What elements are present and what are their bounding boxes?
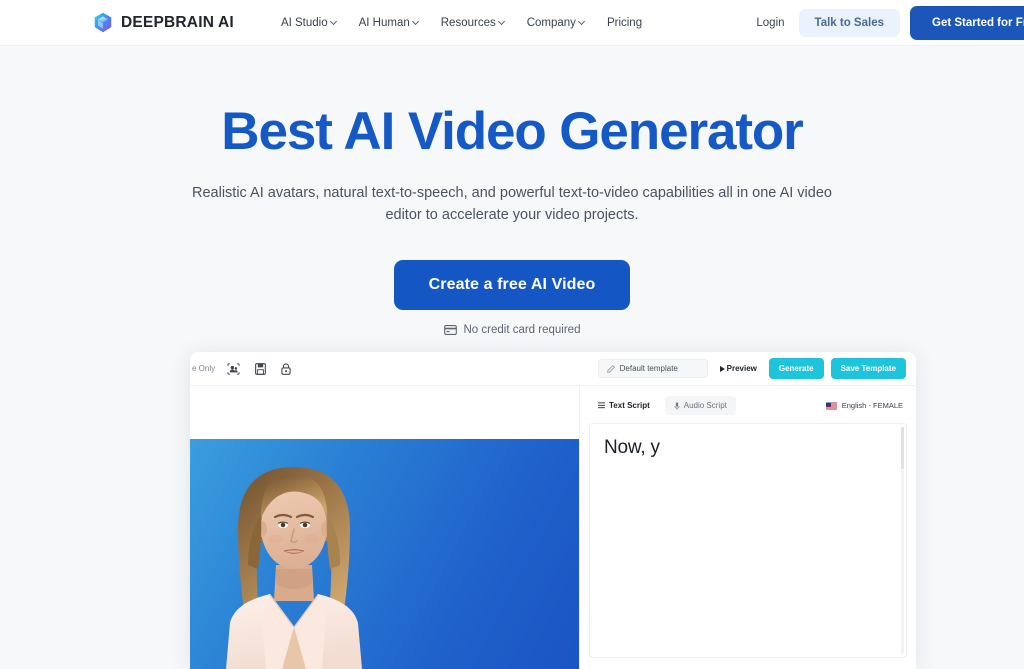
hero-cta-wrapper: Create a free AI Video — [0, 259, 1024, 310]
script-text-area[interactable]: Now, y — [589, 423, 907, 658]
cube-logo-icon — [94, 12, 112, 33]
no-credit-card-label: No credit card required — [463, 323, 581, 336]
nav-item-company[interactable]: Company — [527, 17, 586, 29]
toolbar-right-group: Default template Preview Generate Save T… — [597, 358, 906, 379]
page-title: Best AI Video Generator — [221, 102, 804, 161]
script-scrollbar[interactable] — [901, 427, 904, 654]
script-tab-bar: Text Script Audio Script English - FEMAL… — [580, 386, 916, 423]
toolbar-truncated-label: e Only — [192, 364, 216, 373]
video-stage[interactable] — [190, 439, 579, 669]
script-text-value: Now, y — [604, 437, 660, 458]
tab-label: Audio Script — [683, 401, 727, 410]
nav-label: Resources — [440, 16, 496, 29]
video-preview-pane — [190, 386, 579, 669]
login-link[interactable]: Login — [756, 17, 784, 29]
main-navigation: AI Studio AI Human Resources Company Pri… — [281, 17, 642, 29]
brand-logo[interactable]: DEEPBRAIN AI — [93, 12, 234, 33]
talk-to-sales-button[interactable]: Talk to Sales — [798, 8, 900, 37]
list-icon — [598, 402, 605, 409]
us-flag-icon — [825, 402, 837, 409]
credit-card-icon — [443, 324, 457, 335]
brand-name: DEEPBRAIN AI — [121, 13, 234, 31]
preview-button[interactable]: Preview — [715, 360, 762, 377]
toolbar-icon-group — [227, 362, 291, 375]
hero-section: Best AI Video Generator Realistic AI ava… — [0, 46, 1024, 336]
play-icon — [719, 365, 725, 372]
save-icon[interactable] — [255, 362, 267, 375]
lock-icon[interactable] — [281, 362, 291, 375]
nav-item-resources[interactable]: Resources — [441, 17, 506, 29]
app-preview-window: e Only Default template Preview Generate… — [190, 352, 916, 669]
nav-label: AI Human — [358, 16, 410, 29]
tab-text-script[interactable]: Text Script — [589, 396, 659, 415]
chevron-down-icon — [499, 18, 506, 25]
hero-subtitle: Realistic AI avatars, natural text-to-sp… — [192, 184, 832, 224]
header-actions: Login Talk to Sales Get Started for Free — [756, 5, 1024, 40]
create-free-ai-video-button[interactable]: Create a free AI Video — [393, 259, 631, 310]
template-name-input[interactable]: Default template — [597, 359, 708, 378]
nav-item-ai-studio[interactable]: AI Studio — [281, 17, 338, 29]
voice-label: English - FEMALE — [841, 401, 903, 410]
tab-label: Text Script — [609, 401, 650, 410]
nav-label: AI Studio — [280, 16, 328, 29]
voice-selector[interactable]: English - FEMALE — [825, 401, 907, 410]
microphone-icon — [674, 401, 680, 410]
pencil-icon — [606, 364, 615, 373]
chevron-down-icon — [579, 18, 586, 25]
chevron-down-icon — [413, 18, 420, 25]
avatar-group-icon[interactable] — [227, 362, 240, 375]
script-scrollbar-thumb[interactable] — [901, 427, 904, 469]
tab-audio-script[interactable]: Audio Script — [664, 396, 736, 415]
preview-label: Preview — [726, 364, 757, 373]
template-name-value: Default template — [619, 364, 678, 373]
script-pane: Text Script Audio Script English - FEMAL… — [579, 386, 916, 669]
nav-label: Company — [526, 16, 576, 29]
site-header: DEEPBRAIN AI AI Studio AI Human Resource… — [0, 0, 1024, 46]
no-credit-card-note: No credit card required — [0, 324, 1024, 336]
nav-item-pricing[interactable]: Pricing — [607, 17, 642, 29]
ai-presenter-avatar — [226, 467, 362, 669]
video-pane-spacer — [190, 386, 579, 439]
nav-label: Pricing — [606, 16, 643, 29]
nav-item-ai-human[interactable]: AI Human — [359, 17, 420, 29]
save-template-button[interactable]: Save Template — [830, 358, 906, 379]
generate-button[interactable]: Generate — [768, 358, 824, 379]
chevron-down-icon — [331, 18, 338, 25]
app-toolbar: e Only Default template Preview Generate… — [190, 352, 916, 386]
app-body: Text Script Audio Script English - FEMAL… — [190, 386, 916, 669]
get-started-button[interactable]: Get Started for Free — [910, 5, 1024, 40]
